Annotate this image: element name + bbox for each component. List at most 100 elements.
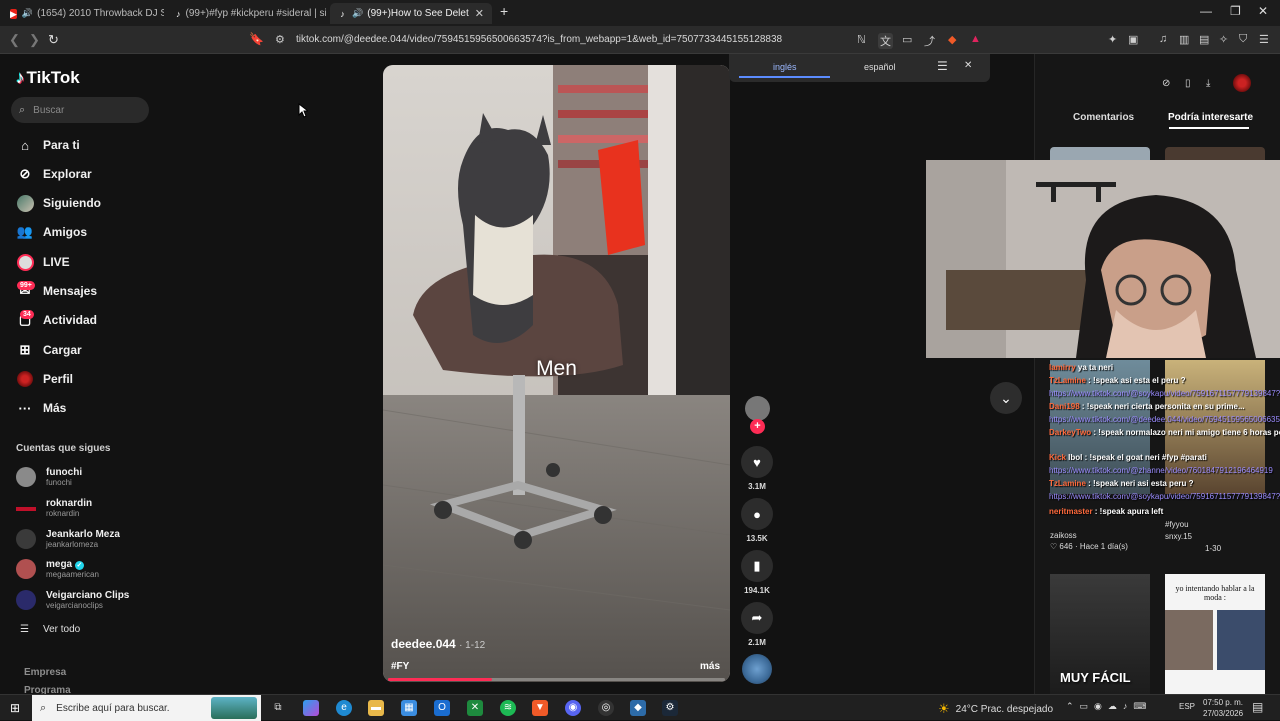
close-tab-icon[interactable]: ✕ [475,7,484,20]
taskbar-search-input[interactable]: ⌕ Escribe aquí para buscar. [32,695,261,721]
copilot-icon[interactable] [303,700,319,716]
url-field[interactable]: tiktok.com/@deedee.044/video/75945159565… [296,34,782,45]
forward-icon[interactable]: ❯ [29,32,40,48]
tab-podria-interesarte[interactable]: Podría interesarte [1168,112,1253,123]
minecraft-icon[interactable]: ✕ [467,700,483,716]
video-more-button[interactable]: más [700,661,720,672]
footer-link-programa[interactable]: Programa [24,685,71,694]
following-account[interactable]: Veigarciano Clips veigarcianoclips [16,588,129,612]
windows-start-icon[interactable]: ⊞ [10,701,20,715]
nav-para-ti[interactable]: ⌂ Para ti [16,135,80,155]
comment-icon[interactable]: ● [741,498,773,530]
system-tray-icons[interactable]: ⌃▭◉☁♪⌨ [1066,701,1152,712]
translate-menu-icon[interactable]: ☰ [937,59,948,73]
share-arrow-icon[interactable]: ➦ [741,602,773,634]
translate-close-icon[interactable]: ✕ [964,60,972,71]
nav-siguiendo[interactable]: Siguiendo [16,193,101,213]
wallet-icon[interactable]: ▤ [1199,33,1209,46]
brave-shield-icon[interactable]: ◆ [948,33,956,46]
chat-link[interactable]: https://www.tiktok.com/@zhanne/video/760… [1049,466,1273,475]
like-action[interactable]: ♥ 3.1M [741,446,773,491]
nav-mas[interactable]: ··· Más [16,398,67,418]
extensions-icon[interactable]: ✦ [1108,33,1117,46]
device-icon[interactable]: ▯ [1185,78,1191,89]
bookmark-icon[interactable]: ▮ [741,550,773,582]
leo-ai-icon[interactable]: ✧ [1219,33,1228,46]
video-player[interactable]: Men deedee.044 · 1-12 #FY más [383,65,730,682]
following-account[interactable]: Jeankarlo Meza jeankarlomeza [16,527,120,551]
outlook-icon[interactable]: O [434,700,450,716]
vpn-icon[interactable]: ⛉ [1239,33,1247,46]
browser-tab-tiktok-active[interactable]: ♪ 🔊 (99+)How to See Deleted Vid ✕ [330,3,492,24]
following-account[interactable]: roknardin roknardin [16,496,92,520]
nav-explorar[interactable]: ⊘ Explorar [16,164,92,184]
new-tab-icon[interactable]: + [500,3,508,19]
follow-plus-button[interactable]: + [750,419,765,434]
file-explorer-icon[interactable]: ▬ [368,700,384,716]
spotify-icon[interactable]: ≋ [500,700,516,716]
search-input[interactable]: ⌕ Buscar [11,97,149,123]
brave-icon[interactable]: ▼ [532,700,548,716]
nav-perfil[interactable]: Perfil [16,369,73,389]
heart-icon[interactable]: ♥ [741,446,773,478]
suggested-video-thumbnail[interactable] [1165,147,1265,161]
discord-icon[interactable]: ◉ [565,700,581,716]
speaker-icon[interactable]: 🔊 [352,8,363,19]
media-icon[interactable]: ♫ [1159,33,1167,45]
minimize-icon[interactable]: — [1200,4,1212,18]
sidebar-toggle-icon[interactable]: ▥ [1179,33,1189,46]
edge-icon[interactable]: e [336,700,352,716]
compass-icon[interactable]: ⊘ [1162,78,1170,89]
profile-avatar-icon[interactable] [1233,74,1251,92]
tab-comentarios[interactable]: Comentarios [1073,112,1134,123]
share-action[interactable]: ➦ 2.1M [741,602,773,647]
chat-link[interactable]: https://www.tiktok.com/@soykapu/video/75… [1049,389,1280,398]
weather-widget[interactable]: ☀ 24°C Prac. despejado [938,701,1053,717]
chat-link[interactable]: https://www.tiktok.com/@soykapu/video/75… [1049,492,1280,501]
video-author[interactable]: deedee.044 · 1-12 [391,637,485,651]
nav-live[interactable]: LIVE [16,252,70,272]
creator-avatar[interactable] [745,396,770,421]
menu-icon[interactable]: ☰ [1259,33,1269,46]
video-progress-bar[interactable] [388,678,725,681]
browser-tab-tiktok-1[interactable]: ♪ (99+)#fyp #kickperu #sideral | sidera [168,3,326,24]
obs-icon[interactable]: ◎ [598,700,614,716]
screenshot-icon[interactable]: ▣ [1128,33,1138,46]
translate-off-icon[interactable]: ℕ [857,33,866,46]
cast-icon[interactable]: ▭ [902,33,912,46]
task-view-icon[interactable]: ⧉ [270,700,286,716]
bookmark-icon[interactable]: 🔖 [249,32,264,46]
download-icon[interactable]: ⤓ [1206,78,1210,89]
taskbar-clock[interactable]: 07:50 p. m. 27/03/2026 [1203,697,1243,719]
save-action[interactable]: ▮ 194.1K [741,550,773,595]
following-account[interactable]: funochi funochi [16,465,82,489]
share-icon[interactable]: ⤴ [924,33,935,49]
video-hashtag[interactable]: #FY [391,661,409,672]
translate-tab-target[interactable]: español [864,62,896,72]
nav-cargar[interactable]: ⊞ Cargar [16,340,82,360]
close-window-icon[interactable]: ✕ [1258,4,1268,18]
reload-icon[interactable]: ↻ [48,32,59,48]
suggested-video-thumbnail[interactable] [1050,147,1150,161]
following-account[interactable]: mega ✓ megaamerican [16,557,99,581]
brave-rewards-icon[interactable]: ▲ [970,33,981,45]
browser-tab-youtube[interactable]: ▶ 🔊 (1654) 2010 Throwback DJ Set (R [2,3,164,24]
chevron-down-icon[interactable]: ⌄ [990,382,1022,414]
input-language[interactable]: ESP [1179,702,1195,711]
footer-link-empresa[interactable]: Empresa [24,667,66,678]
nav-amigos[interactable]: 👥 Amigos [16,222,87,242]
translate-tab-source[interactable]: inglés [773,62,797,72]
store-icon[interactable]: ▦ [401,700,417,716]
tiktok-logo[interactable]: ♪ TikTok [16,68,80,88]
see-all-link[interactable]: ☰ Ver todo [20,624,80,635]
translate-icon[interactable]: 文 [878,33,893,49]
back-icon[interactable]: ❮ [9,32,20,48]
speaker-icon[interactable]: 🔊 [22,8,33,19]
site-info-icon[interactable]: ⚙ [275,33,285,46]
steam-icon[interactable]: ⚙ [662,700,678,716]
chat-link[interactable]: https://www.tiktok.com/@deedee.044/video… [1049,415,1280,424]
restore-icon[interactable]: ❐ [1230,4,1241,18]
music-disc-icon[interactable] [742,654,772,684]
app-icon[interactable]: ◆ [630,700,646,716]
comment-action[interactable]: ● 13.5K [741,498,773,543]
